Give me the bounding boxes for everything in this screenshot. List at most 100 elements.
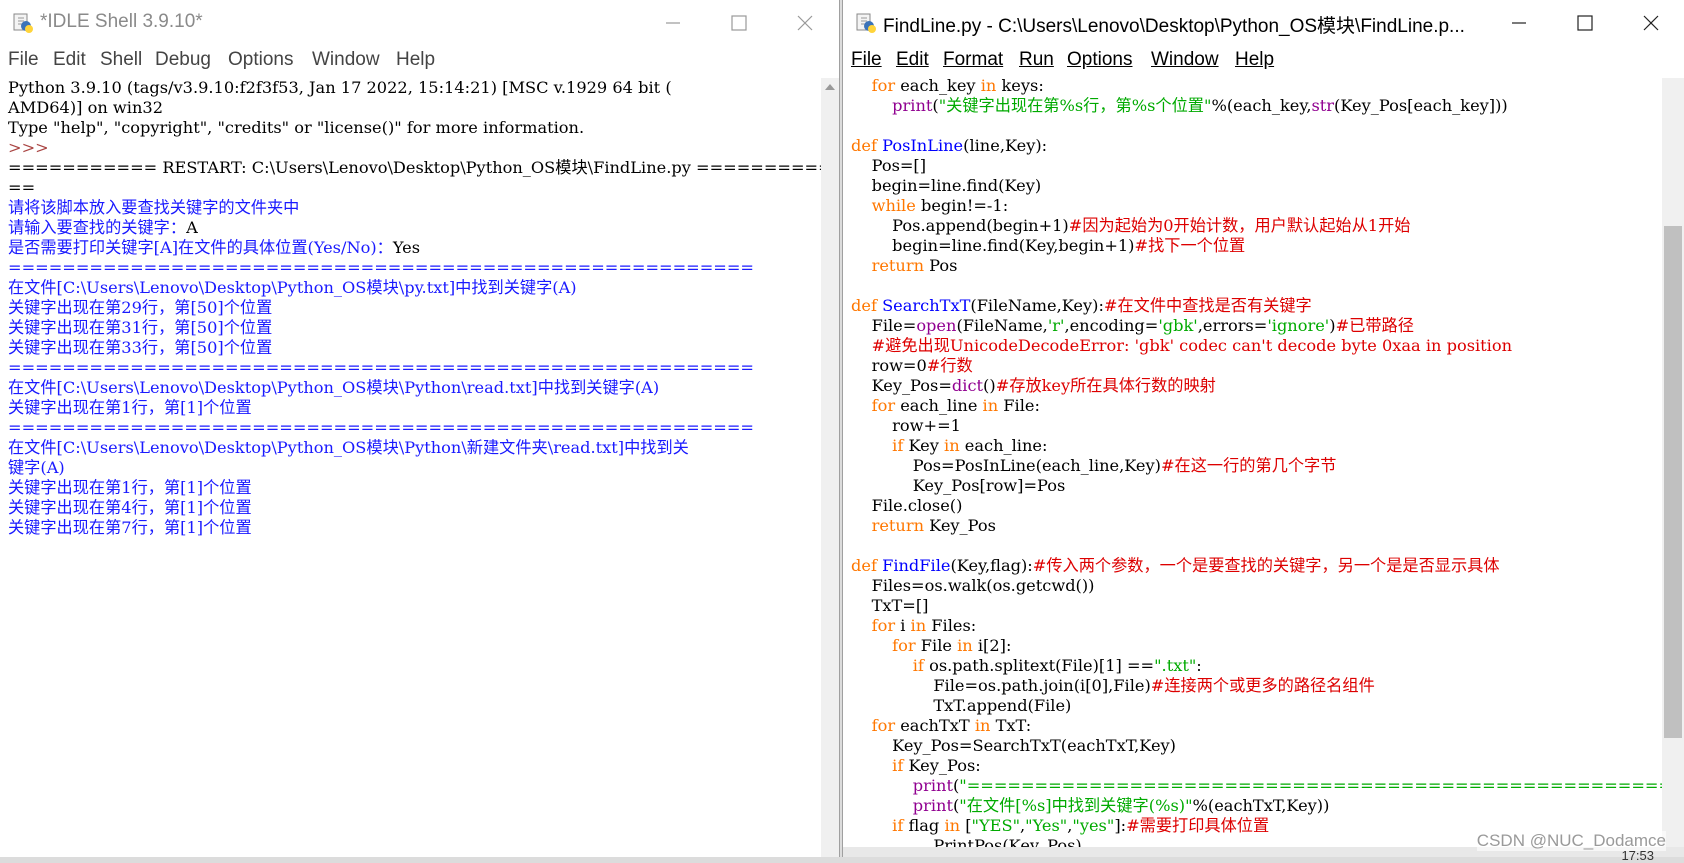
code-token: in bbox=[957, 636, 973, 655]
shell-line: 关键字出现在第1行，第[1]个位置 bbox=[8, 478, 832, 498]
code-token: (Key_Pos[each_key])) bbox=[1334, 96, 1508, 115]
code-token: return bbox=[871, 256, 925, 275]
shell-line-text: Type "help", "copyright", "credits" or "… bbox=[8, 118, 585, 137]
menu-file[interactable]: File bbox=[851, 49, 882, 71]
menu-debug[interactable]: Debug bbox=[155, 49, 211, 71]
code-token: ]: bbox=[1114, 816, 1127, 835]
shell-line: Type "help", "copyright", "credits" or "… bbox=[8, 118, 832, 138]
code-token: Files: bbox=[926, 616, 977, 635]
code-token: #在这一行的第几个字节 bbox=[1160, 456, 1337, 475]
menu-options[interactable]: Options bbox=[228, 49, 293, 71]
maximize-icon bbox=[1577, 15, 1593, 31]
code-token: "关键字出现在第%s行，第%s个位置" bbox=[938, 96, 1212, 115]
code-line: if os.path.splitext(File)[1] ==".txt": bbox=[851, 656, 1684, 676]
title-bar[interactable]: FindLine.py - C:\Users\Lenovo\Desktop\Py… bbox=[843, 0, 1684, 46]
code-token: Key_Pos[row]=Pos bbox=[851, 476, 1066, 495]
shell-line: 关键字出现在第7行，第[1]个位置 bbox=[8, 518, 832, 538]
code-token: #传入两个参数，一个是要查找的关键字，另一个是是否显示具体 bbox=[1032, 556, 1500, 575]
code-token: SearchTxT bbox=[882, 296, 971, 315]
minimize-icon bbox=[1512, 22, 1526, 24]
shell-line-text: 关键字出现在第33行，第[50]个位置 bbox=[8, 338, 273, 357]
code-token: ,encoding= bbox=[1064, 316, 1159, 335]
shell-output[interactable]: Python 3.9.10 (tags/v3.9.10:f2f3f53, Jan… bbox=[0, 78, 832, 857]
menu-file[interactable]: File bbox=[8, 49, 39, 71]
title-bar[interactable]: *IDLE Shell 3.9.10* bbox=[0, 0, 839, 46]
close-button[interactable] bbox=[782, 6, 828, 40]
menu-edit[interactable]: Edit bbox=[53, 49, 86, 71]
idle-shell-window[interactable]: *IDLE Shell 3.9.10* File Edit Shell Debu… bbox=[0, 0, 840, 857]
code-line: print("=================================… bbox=[851, 776, 1684, 796]
shell-line-text: ========================================… bbox=[8, 258, 754, 277]
maximize-button[interactable] bbox=[716, 6, 762, 40]
menu-format[interactable]: Format bbox=[943, 49, 1003, 71]
code-token: (line,Key): bbox=[963, 136, 1048, 155]
code-token: "YES" bbox=[971, 816, 1021, 835]
code-line: for eachTxT in TxT: bbox=[851, 716, 1684, 736]
shell-line: == bbox=[8, 178, 832, 198]
shell-line-text: 关键字出现在第7行，第[1]个位置 bbox=[8, 518, 252, 537]
code-token: [ bbox=[960, 816, 972, 835]
shell-line-text: == bbox=[8, 178, 36, 197]
shell-line-text: 在文件[C:\Users\Lenovo\Desktop\Python_OS模块\… bbox=[8, 378, 660, 397]
code-token: eachTxT bbox=[895, 716, 975, 735]
shell-line: 在文件[C:\Users\Lenovo\Desktop\Python_OS模块\… bbox=[8, 378, 832, 398]
code-line: for each_line in File: bbox=[851, 396, 1684, 416]
code-token: flag bbox=[903, 816, 945, 835]
shell-line: ========================================… bbox=[8, 258, 832, 278]
menu-edit[interactable]: Edit bbox=[896, 49, 929, 71]
code-token: begin=line.find(Key) bbox=[851, 176, 1042, 195]
code-line: for File in i[2]: bbox=[851, 636, 1684, 656]
shell-line-text: AMD64)] on win32 bbox=[8, 98, 163, 117]
code-line: Pos=PosInLine(each_line,Key)#在这一行的第几个字节 bbox=[851, 456, 1684, 476]
minimize-icon bbox=[666, 22, 680, 24]
minimize-button[interactable] bbox=[650, 6, 696, 40]
shell-line-text: 关键字出现在第1行，第[1]个位置 bbox=[8, 398, 252, 417]
menu-window[interactable]: Window bbox=[1151, 49, 1219, 71]
code-editor[interactable]: for each_key in keys: print("关键字出现在第%s行，… bbox=[843, 76, 1684, 857]
close-button[interactable] bbox=[1628, 6, 1674, 40]
code-token: Pos bbox=[924, 256, 958, 275]
code-token: #存放key所在具体行数的映射 bbox=[995, 376, 1216, 395]
shell-scrollbar[interactable] bbox=[821, 78, 839, 857]
shell-line-text: 键字(A) bbox=[8, 458, 65, 477]
code-line: row+=1 bbox=[851, 416, 1684, 436]
code-token: row=0 bbox=[851, 356, 927, 375]
code-token: for bbox=[871, 396, 896, 415]
menu-run[interactable]: Run bbox=[1019, 49, 1054, 71]
scroll-up-arrow-icon[interactable] bbox=[825, 84, 835, 90]
menu-help[interactable]: Help bbox=[396, 49, 435, 71]
code-token: dict bbox=[951, 376, 984, 395]
code-line: print("关键字出现在第%s行，第%s个位置"%(each_key,str(… bbox=[851, 96, 1684, 116]
code-token: () bbox=[983, 376, 996, 395]
maximize-button[interactable] bbox=[1562, 6, 1608, 40]
scroll-thumb[interactable] bbox=[1664, 226, 1682, 738]
code-line: print("在文件[%s]中找到关键字(%s)"%(eachTxT,Key)) bbox=[851, 796, 1684, 816]
menu-shell[interactable]: Shell bbox=[100, 49, 142, 71]
code-token: print bbox=[912, 796, 953, 815]
minimize-button[interactable] bbox=[1496, 6, 1542, 40]
code-token: Key bbox=[903, 436, 945, 455]
code-token: File.close() bbox=[851, 496, 963, 515]
code-line: Key_Pos[row]=Pos bbox=[851, 476, 1684, 496]
shell-line-text: 关键字出现在第1行，第[1]个位置 bbox=[8, 478, 252, 497]
menu-window[interactable]: Window bbox=[312, 49, 380, 71]
menu-help[interactable]: Help bbox=[1235, 49, 1274, 71]
code-token: "=======================================… bbox=[959, 776, 1684, 795]
code-token: i[2]: bbox=[972, 636, 1012, 655]
editor-window[interactable]: FindLine.py - C:\Users\Lenovo\Desktop\Py… bbox=[842, 0, 1684, 857]
code-token: "yes" bbox=[1072, 816, 1115, 835]
menu-options[interactable]: Options bbox=[1067, 49, 1132, 71]
editor-scrollbar[interactable] bbox=[1662, 78, 1684, 857]
code-token: print bbox=[912, 776, 953, 795]
code-line: Pos=[] bbox=[851, 156, 1684, 176]
code-token: for bbox=[871, 716, 896, 735]
